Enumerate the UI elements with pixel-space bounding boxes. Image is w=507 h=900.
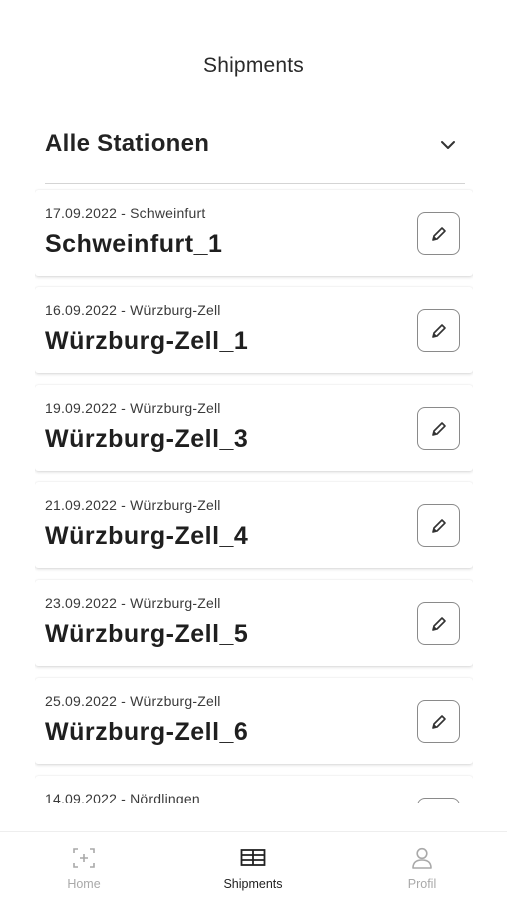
shipment-title: Würzburg-Zell_3 — [45, 425, 249, 453]
shipment-meta: 16.09.2022 - Würzburg-Zell — [45, 302, 221, 318]
shipment-card[interactable]: 17.09.2022 - Schweinfurt Schweinfurt_1 — [35, 190, 473, 276]
pencil-icon — [431, 421, 446, 436]
edit-button[interactable] — [417, 700, 460, 743]
station-dropdown[interactable]: Alle Stationen — [45, 124, 465, 184]
shipment-card[interactable]: 19.09.2022 - Würzburg-Zell Würzburg-Zell… — [35, 385, 473, 471]
shipment-title: Würzburg-Zell_5 — [45, 620, 249, 648]
shipment-meta: 19.09.2022 - Würzburg-Zell — [45, 400, 221, 416]
shipment-title: Würzburg-Zell_6 — [45, 718, 249, 746]
shipment-meta: 14.09.2022 - Nördlingen — [45, 791, 200, 803]
shipment-meta: 23.09.2022 - Würzburg-Zell — [45, 595, 221, 611]
tab-shipments-label: Shipments — [223, 877, 283, 891]
shipment-title: Schweinfurt_1 — [45, 230, 223, 258]
user-icon — [412, 847, 432, 869]
tab-home-label: Home — [67, 877, 101, 891]
shipment-meta: 25.09.2022 - Würzburg-Zell — [45, 693, 221, 709]
tab-home[interactable]: Home — [24, 846, 144, 891]
shipment-title: Würzburg-Zell_1 — [45, 327, 249, 355]
edit-button[interactable] — [417, 407, 460, 450]
edit-button[interactable] — [417, 212, 460, 255]
tab-profil[interactable]: Profil — [362, 846, 482, 891]
edit-button[interactable] — [417, 602, 460, 645]
shipment-card[interactable]: 25.09.2022 - Würzburg-Zell Würzburg-Zell… — [35, 678, 473, 764]
shipment-card[interactable]: 16.09.2022 - Würzburg-Zell Würzburg-Zell… — [35, 287, 473, 373]
tab-shipments[interactable]: Shipments — [193, 846, 313, 891]
station-dropdown-value: Alle Stationen — [45, 130, 210, 157]
edit-button[interactable] — [417, 504, 460, 547]
pencil-icon — [431, 616, 446, 631]
shipment-meta: 17.09.2022 - Schweinfurt — [45, 205, 206, 221]
pencil-icon — [431, 714, 446, 729]
shipment-card[interactable]: 21.09.2022 - Würzburg-Zell Würzburg-Zell… — [35, 482, 473, 568]
edit-button[interactable] — [417, 798, 460, 803]
table-icon — [240, 849, 266, 866]
tab-profil-label: Profil — [407, 877, 437, 891]
chevron-down-icon — [441, 141, 455, 149]
edit-button[interactable] — [417, 309, 460, 352]
shipment-card[interactable]: 14.09.2022 - Nördlingen — [35, 776, 473, 803]
pencil-icon — [431, 226, 446, 241]
shipment-meta: 21.09.2022 - Würzburg-Zell — [45, 497, 221, 513]
shipment-title: Würzburg-Zell_4 — [45, 522, 249, 550]
pencil-icon — [431, 518, 446, 533]
shipment-card[interactable]: 23.09.2022 - Würzburg-Zell Würzburg-Zell… — [35, 580, 473, 666]
bottom-tab-bar: Home Shipments Profil — [0, 831, 507, 900]
shipment-list[interactable]: 17.09.2022 - Schweinfurt Schweinfurt_1 1… — [35, 188, 473, 803]
pencil-icon — [431, 323, 446, 338]
page-title: Shipments — [202, 54, 305, 77]
scan-plus-icon — [73, 848, 95, 868]
